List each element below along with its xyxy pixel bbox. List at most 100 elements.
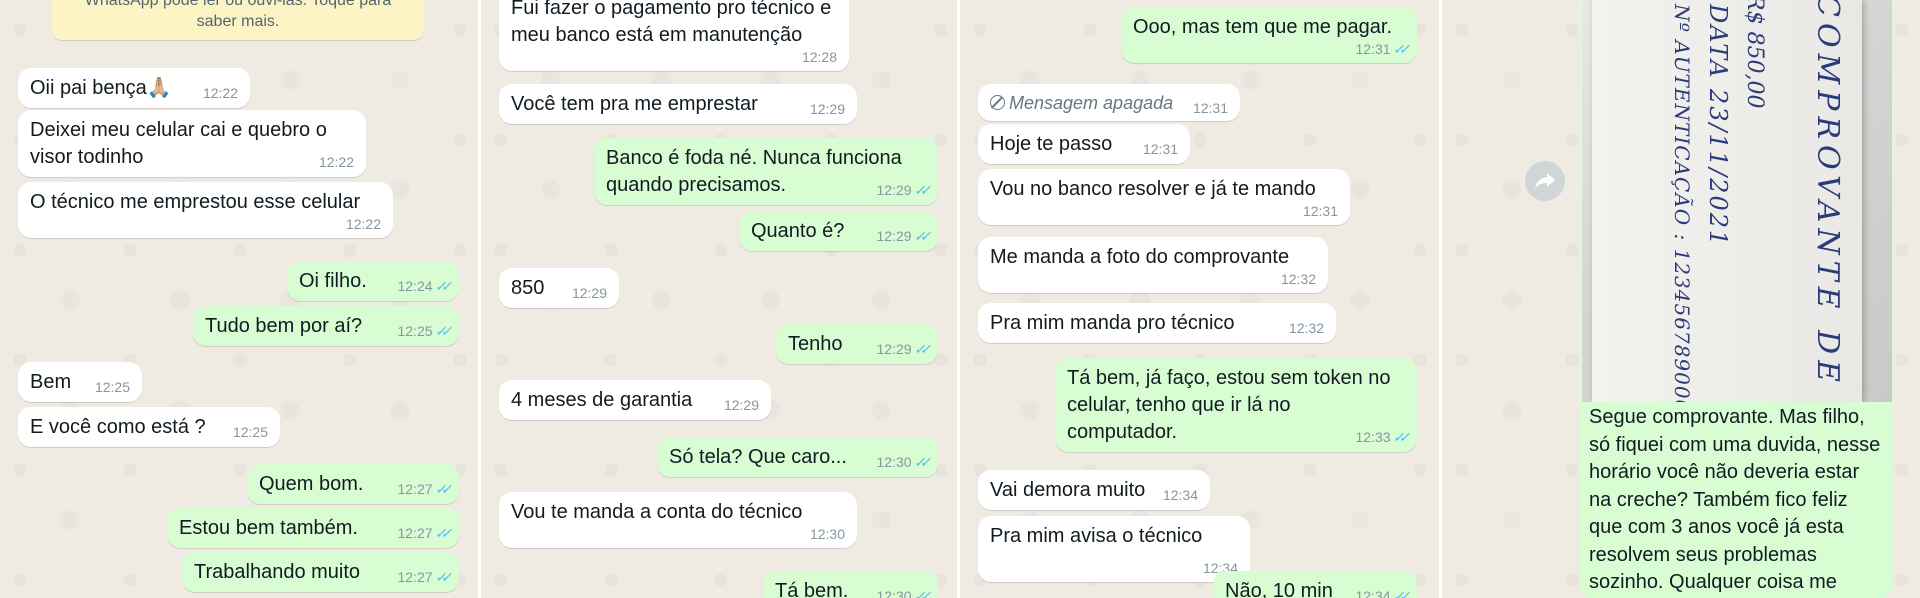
message-time: 12:28 (801, 49, 837, 65)
image-caption: Segue comprovante. Mas filho, só fiquei … (1589, 406, 1881, 593)
read-ticks-icon: ✓✓ (912, 341, 928, 357)
read-ticks-icon: ✓✓ (1391, 588, 1407, 598)
read-ticks-icon: ✓✓ (912, 182, 928, 198)
message-text: Deixei meu celular cai e quebro o visor … (30, 119, 327, 168)
message-incoming[interactable]: Pra mim manda pro técnico 12:32 (978, 303, 1336, 343)
message-text: Tá bem, já faço, estou sem token no celu… (1067, 367, 1391, 443)
message-incoming[interactable]: 850 12:29 (499, 268, 619, 308)
message-incoming[interactable]: 4 meses de garantia 12:29 (499, 380, 771, 420)
message-time: 12:29 (809, 101, 845, 117)
chat-panel-1: WhatsApp pode ler ou ouvi-las. Toque par… (0, 0, 478, 598)
read-ticks-icon: ✓✓ (1391, 41, 1407, 57)
message-time: 12:34✓✓ (1355, 588, 1407, 598)
message-incoming[interactable]: Pra mim avisa o técnico 12:34 (978, 516, 1250, 582)
receipt-line: COMPROVANTE DE PIX (1810, 0, 1845, 402)
message-text: Estou bem também. (179, 517, 358, 539)
message-outgoing[interactable]: Só tela? Que caro... 12:30✓✓ (657, 437, 938, 477)
message-text: 4 meses de garantia (511, 389, 693, 411)
message-time: 12:25 (94, 379, 130, 395)
message-incoming[interactable]: E você como está ? 12:25 (18, 407, 280, 447)
message-text: Tudo bem por aí? (205, 315, 363, 337)
encryption-notice-text: WhatsApp pode ler ou ouvi-las. Toque par… (84, 0, 392, 30)
message-incoming[interactable]: Bem 12:25 (18, 362, 142, 402)
message-outgoing[interactable]: Banco é foda né. Nunca funciona quando p… (594, 138, 938, 205)
handwritten-receipt: COMPROVANTE DE PIX R$ 850,00 DATA 23/11/… (1592, 0, 1862, 402)
message-text: E você como está ? (30, 416, 206, 438)
forward-icon (1535, 173, 1555, 189)
message-incoming[interactable]: O técnico me emprestou esse celular 12:2… (18, 182, 393, 238)
message-outgoing[interactable]: Quanto é? 12:29✓✓ (739, 211, 938, 251)
message-text: 850 (511, 277, 545, 299)
message-time: 12:31 (1142, 141, 1178, 157)
message-time: 12:25 (232, 424, 268, 440)
message-text: Você tem pra me emprestar (511, 93, 758, 115)
receipt-line: R$ 850,00 (1742, 0, 1767, 109)
message-outgoing[interactable]: Estou bem também. 12:27✓✓ (167, 508, 459, 548)
message-outgoing[interactable]: Tá bem. 12:30✓✓ (763, 571, 938, 598)
message-time: 12:32 (1288, 320, 1324, 336)
message-text: Não, 10 min (1225, 580, 1333, 598)
read-ticks-icon: ✓✓ (912, 588, 928, 598)
message-time: 12:22 (202, 85, 238, 101)
message-time: 12:31 (1302, 203, 1338, 219)
message-text: Quem bom. (259, 473, 364, 495)
encryption-notice[interactable]: WhatsApp pode ler ou ouvi-las. Toque par… (52, 0, 424, 40)
message-text: Trabalhando muito (194, 561, 361, 583)
message-time: 12:29✓✓ (876, 228, 928, 244)
message-text: Bem (30, 371, 72, 393)
message-text: Banco é foda né. Nunca funciona quando p… (606, 147, 902, 196)
forward-button[interactable] (1525, 161, 1565, 201)
message-outgoing[interactable]: Tudo bem por aí? 12:25✓✓ (193, 306, 459, 346)
deleted-message: Mensagem apagada (990, 92, 1173, 114)
message-time: 12:32 (1280, 271, 1316, 287)
receipt-photo[interactable]: COMPROVANTE DE PIX R$ 850,00 DATA 23/11/… (1582, 0, 1892, 402)
message-incoming[interactable]: Vou te manda a conta do técnico 12:30 (499, 492, 857, 548)
message-incoming[interactable]: Me manda a foto do comprovante 12:32 (978, 237, 1328, 293)
message-text: Vou te manda a conta do técnico (511, 501, 803, 523)
read-ticks-icon: ✓✓ (912, 228, 928, 244)
message-time: 12:27✓✓ (397, 569, 449, 585)
message-text: Tenho (788, 333, 843, 355)
chat-panel-2: Fui fazer o pagamento pro técnico e meu … (481, 0, 957, 598)
message-text: Quanto é? (751, 220, 845, 242)
read-ticks-icon: ✓✓ (433, 569, 449, 585)
message-incoming[interactable]: Vai demora muito 12:34 (978, 470, 1210, 510)
message-incoming[interactable]: Deixei meu celular cai e quebro o visor … (18, 110, 366, 177)
message-time: 12:27✓✓ (397, 481, 449, 497)
message-outgoing[interactable]: Tenho 12:29✓✓ (776, 324, 938, 364)
message-text: Oii pai bença🙏🏼 (30, 77, 172, 99)
message-time: 12:27✓✓ (397, 525, 449, 541)
message-text: Oi filho. (299, 270, 367, 292)
receipt-line: Nº AUTENTICAÇÃO : 123456789000 (1670, 4, 1694, 402)
message-text: Hoje te passo (990, 133, 1113, 155)
message-incoming[interactable]: Você tem pra me emprestar 12:29 (499, 84, 857, 124)
message-incoming[interactable]: Oii pai bença🙏🏼 12:22 (18, 68, 250, 108)
message-time: 12:22 (318, 154, 354, 170)
message-outgoing[interactable]: Não, 10 min 12:34✓✓ (1213, 571, 1417, 598)
message-outgoing[interactable]: Tá bem, já faço, estou sem token no celu… (1055, 358, 1417, 452)
message-incoming[interactable]: Hoje te passo 12:31 (978, 124, 1190, 164)
message-time: 12:34 (1162, 487, 1198, 503)
message-time: 12:25✓✓ (397, 323, 449, 339)
message-outgoing[interactable]: Quem bom. 12:27✓✓ (247, 464, 459, 504)
message-outgoing[interactable]: Oi filho. 12:24✓✓ (287, 261, 459, 301)
message-text: Ooo, mas tem que me pagar. (1133, 16, 1393, 38)
read-ticks-icon: ✓✓ (433, 323, 449, 339)
message-time: 12:29✓✓ (876, 182, 928, 198)
message-text: Vou no banco resolver e já te mando (990, 178, 1316, 200)
message-time: 12:29 (723, 397, 759, 413)
read-ticks-icon: ✓✓ (912, 454, 928, 470)
message-deleted[interactable]: Mensagem apagada 12:31 (978, 84, 1240, 121)
message-time: 12:24✓✓ (397, 278, 449, 294)
message-incoming[interactable]: Vou no banco resolver e já te mando 12:3… (978, 169, 1350, 225)
message-time: 12:33✓✓ (1355, 429, 1407, 445)
message-text: Pra mim manda pro técnico (990, 312, 1235, 334)
message-outgoing[interactable]: Ooo, mas tem que me pagar. 12:31✓✓ (1121, 7, 1417, 63)
message-text: Só tela? Que caro... (669, 446, 847, 468)
message-time: 12:29✓✓ (876, 341, 928, 357)
message-time: 12:22 (345, 216, 381, 232)
message-incoming[interactable]: Fui fazer o pagamento pro técnico e meu … (499, 0, 849, 71)
message-outgoing[interactable]: Trabalhando muito 12:27✓✓ (182, 552, 459, 592)
read-ticks-icon: ✓✓ (1391, 429, 1407, 445)
message-time: 12:29 (571, 285, 607, 301)
